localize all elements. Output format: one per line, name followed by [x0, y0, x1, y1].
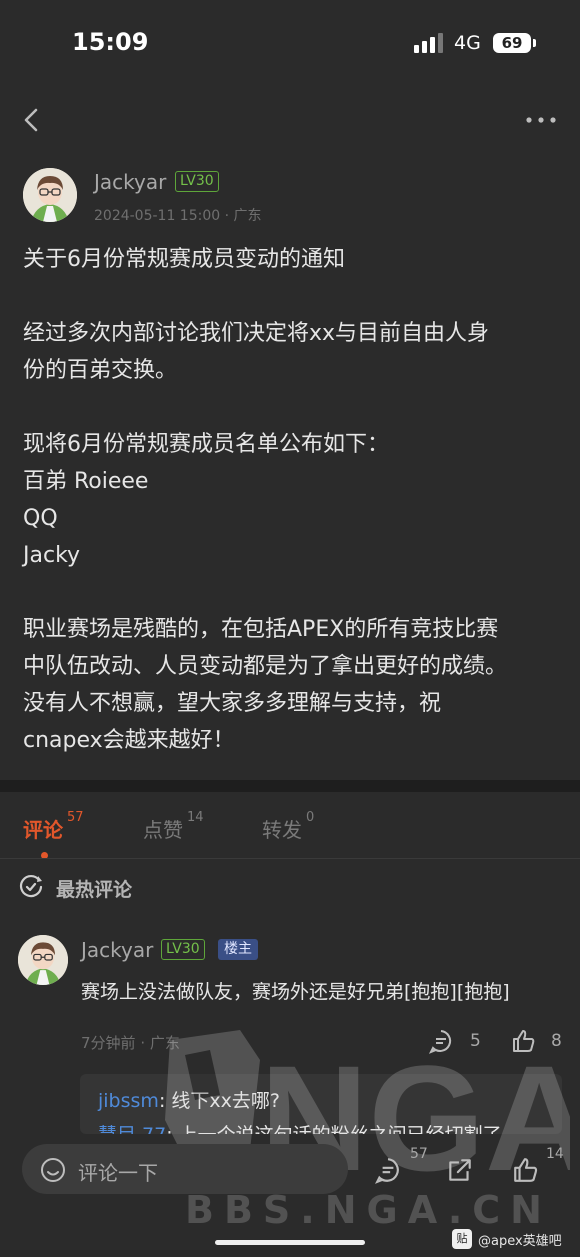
level-badge: LV30 [175, 171, 219, 192]
post-body-blank [23, 389, 563, 426]
comment-location: 广东 [149, 1034, 180, 1052]
post-body-line: 百弟 Roieee [23, 469, 149, 494]
network-type: 4G [454, 32, 481, 54]
emoji-icon[interactable] [40, 1157, 66, 1183]
battery-icon: 69 [493, 33, 536, 53]
source-tag-text: @apex英雄吧 [478, 1233, 562, 1249]
tieba-logo-icon: 贴 [452, 1229, 472, 1249]
tab-shares-label: 转发 [262, 818, 302, 842]
post-meta: 2024-05-11 15:00 · 广东 [94, 208, 262, 224]
comment-author-avatar[interactable] [18, 935, 68, 985]
share-icon[interactable] [446, 1156, 474, 1184]
thumbs-up-icon [513, 1030, 535, 1052]
reply-user[interactable]: jibssm [98, 1090, 159, 1112]
tab-likes[interactable]: 点赞14 [143, 810, 204, 843]
hot-comments-icon [19, 874, 43, 898]
reply-icon [428, 1030, 452, 1054]
tab-likes-label: 点赞 [143, 818, 183, 842]
reply-text: 上一个说这句话的粉丝之间已经切割了 [179, 1124, 502, 1134]
comment-like-button[interactable]: 8 [511, 1027, 562, 1055]
post-body-line: Jacky [23, 543, 81, 568]
bottom-like-count: 14 [546, 1146, 564, 1162]
post-body-line: 现将6月份常规赛成员名单公布如下： [23, 432, 389, 457]
top-nav [0, 100, 580, 140]
comment-text: 赛场上没法做队友，赛场外还是好兄弟[抱抱][抱抱] [81, 981, 510, 1003]
bottom-comment-count: 57 [410, 1146, 428, 1162]
post-body-line: 经过多次内部讨论我们决定将xx与目前自由人身 [23, 321, 490, 346]
post-date: 2024-05-11 15:00 [94, 208, 221, 224]
hot-comments-title: 最热评论 [56, 879, 133, 901]
post-body-line: 没有人不想赢，望大家多多理解与支持，祝 [23, 691, 442, 716]
post-tabs: 评论57 点赞14 转发0 [0, 792, 580, 859]
post-body-line: 份的百弟交换。 [23, 358, 178, 383]
replies-preview[interactable]: jibssm: 线下xx去哪? 慧目 77: 上一个说这句话的粉丝之间已经切割了 [80, 1074, 562, 1134]
source-tag: 贴 @apex英雄吧 [452, 1229, 562, 1249]
post-body-line: 关于6月份常规赛成员变动的通知 [23, 247, 345, 272]
author-name[interactable]: Jackyar [94, 170, 166, 194]
avatar-illustration-icon [18, 935, 68, 985]
reply-item: jibssm: 线下xx去哪? [98, 1090, 280, 1112]
tab-comments-label: 评论 [23, 818, 63, 842]
post-body-line: 中队伍改动、人员变动都是为了拿出更好的成绩。 [23, 654, 508, 679]
comment-meta: 7分钟前 · 广东 [81, 1034, 180, 1052]
comment-level-badge: LV30 [161, 939, 205, 960]
tab-comments[interactable]: 评论57 [23, 810, 84, 843]
thumbs-up-icon[interactable] [512, 1156, 540, 1184]
tab-likes-count: 14 [187, 810, 204, 826]
section-divider [0, 780, 580, 792]
post-author-row: Jackyar LV30 2024-05-11 15:00 · 广东 [23, 168, 563, 228]
post-location: 广东 [233, 208, 262, 224]
comment-time: 7分钟前 [81, 1034, 136, 1052]
reply-user[interactable]: 慧目 77 [98, 1124, 166, 1134]
reply-item: 慧目 77: 上一个说这句话的粉丝之间已经切割了 [98, 1120, 502, 1134]
cellular-signal-icon [414, 33, 443, 53]
owner-badge: 楼主 [218, 939, 258, 960]
post-body-blank [23, 278, 563, 315]
comment-reply-button[interactable]: 5 [428, 1027, 481, 1055]
home-indicator[interactable] [215, 1240, 365, 1245]
status-time: 15:09 [72, 28, 149, 56]
reply-text: 线下xx去哪? [171, 1090, 280, 1112]
comment-input[interactable]: 评论一下 [22, 1144, 348, 1194]
status-bar: 15:09 4G 69 [0, 0, 580, 90]
comment-author-name[interactable]: Jackyar [81, 938, 153, 962]
post-body: 关于6月份常规赛成员变动的通知经过多次内部讨论我们决定将xx与目前自由人身 份的百… [23, 241, 563, 759]
comment-icon[interactable] [374, 1156, 402, 1184]
comment-like-count: 8 [551, 1031, 562, 1051]
post-body-line: 职业赛场是残酷的，在包括APEX的所有竞技比赛 [23, 617, 499, 642]
tab-comments-count: 57 [67, 810, 84, 826]
post-body-blank [23, 574, 563, 611]
author-avatar[interactable] [23, 168, 77, 222]
more-options-icon[interactable] [522, 108, 562, 132]
bottom-action-bar: 评论一下 57 14 [0, 1138, 580, 1208]
tab-shares-count: 0 [306, 810, 315, 826]
comment-input-placeholder: 评论一下 [78, 1161, 158, 1185]
comment-reply-count: 5 [470, 1031, 481, 1051]
tab-shares[interactable]: 转发0 [262, 810, 314, 843]
back-icon[interactable] [18, 104, 50, 136]
avatar-illustration-icon [23, 168, 77, 222]
tabs-divider [0, 858, 580, 859]
post-body-line: cnapex会越来越好！ [23, 728, 235, 753]
post-body-line: QQ [23, 506, 58, 531]
